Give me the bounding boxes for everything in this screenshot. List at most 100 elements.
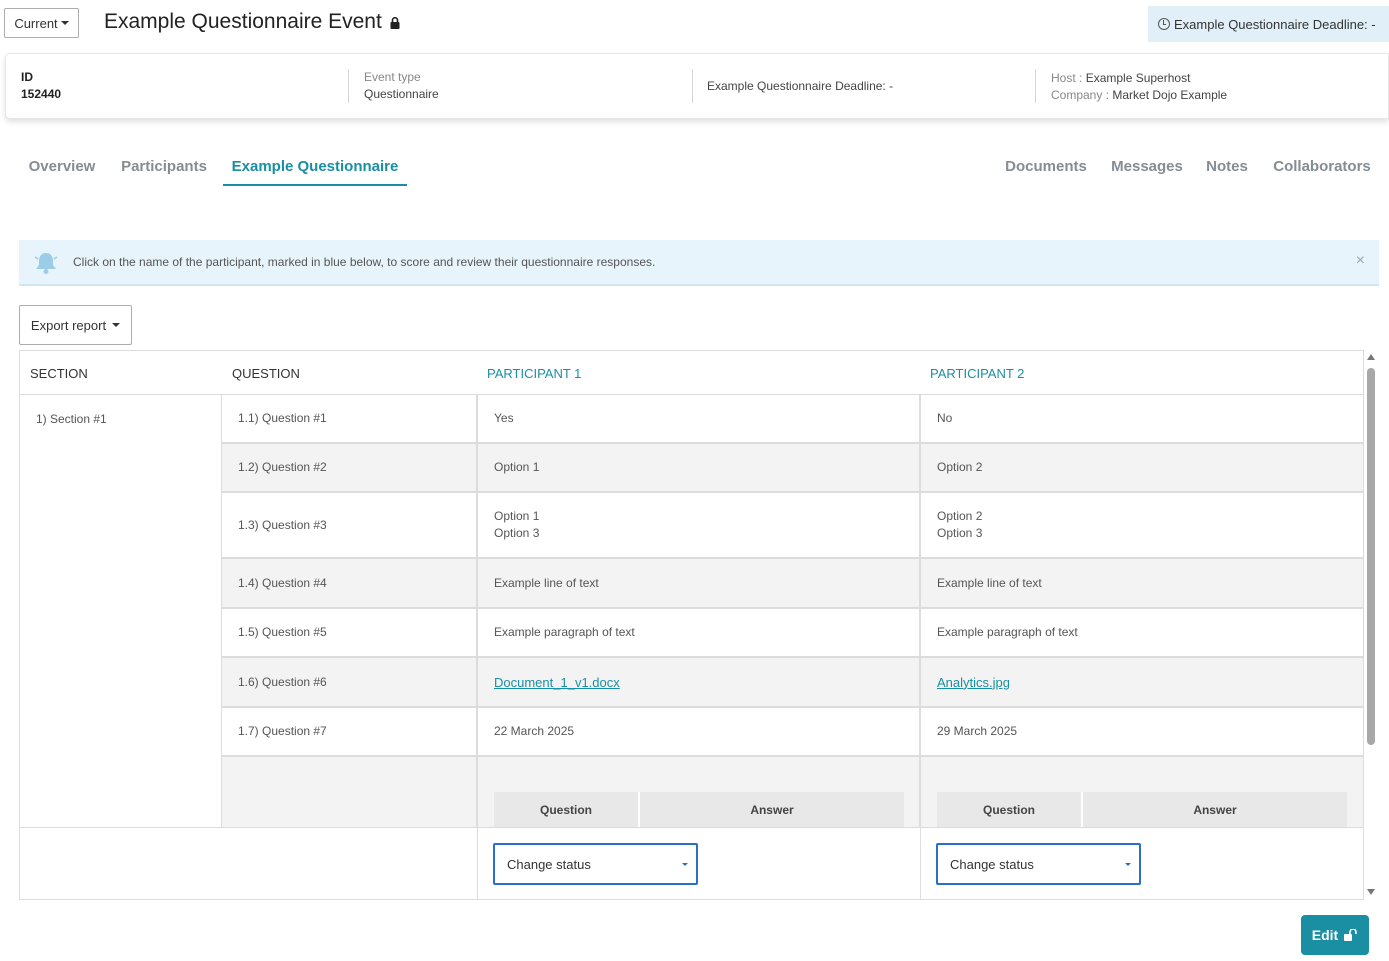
export-report-button[interactable]: Export report: [19, 305, 132, 345]
header-section: SECTION: [30, 366, 88, 381]
answer-cell-p2: Question Answer: [921, 757, 1363, 828]
version-dropdown-button[interactable]: Current: [4, 8, 79, 38]
sub-table-header: Question Answer: [937, 792, 1347, 828]
answer-cell-p1: 22 March 2025: [478, 708, 921, 755]
table-footer-row: Change status Change status: [20, 827, 1363, 899]
answer-cell-p1: Example paragraph of text: [478, 609, 921, 656]
info-alert: Click on the name of the participant, ma…: [19, 240, 1379, 286]
event-type-value: Questionnaire: [364, 87, 439, 101]
answer-cell-p2: Example line of text: [921, 559, 1363, 607]
question-cell: 1.2) Question #2: [222, 444, 478, 491]
tab-documents[interactable]: Documents: [998, 150, 1094, 186]
host-value: Example Superhost: [1085, 71, 1191, 85]
host-line: Host : Example Superhost: [1051, 70, 1227, 87]
tab-participants[interactable]: Participants: [114, 150, 214, 186]
company-value: Market Dojo Example: [1112, 88, 1228, 102]
export-report-label: Export report: [30, 317, 107, 333]
answer-cell-p2: Analytics.jpg: [921, 658, 1363, 706]
deadline-badge-text: Example Questionnaire Deadline: -: [1174, 16, 1376, 32]
edit-button[interactable]: Edit: [1301, 915, 1369, 955]
footer-cell: [20, 828, 478, 899]
version-dropdown-label: Current: [14, 15, 58, 31]
caret-down-icon: [60, 21, 69, 25]
question-cell: 1.6) Question #6: [222, 658, 478, 706]
host-block: Host : Example Superhost Company : Marke…: [1051, 54, 1227, 120]
company-label: Company :: [1051, 88, 1110, 102]
answer-cell-p2: Option 2: [921, 444, 1363, 491]
unlock-icon: [1344, 929, 1358, 941]
header-participant-2[interactable]: PARTICIPANT 2: [930, 366, 1024, 381]
table-row: 1.7) Question #7 22 March 2025 29 March …: [222, 708, 1363, 757]
section-name: 1) Section #1: [36, 412, 107, 426]
tab-collaborators[interactable]: Collaborators: [1266, 150, 1378, 186]
sub-table-header: Question Answer: [494, 792, 904, 828]
table-scrollbar[interactable]: [1364, 350, 1379, 900]
divider: [692, 69, 693, 103]
clock-icon: [1158, 18, 1170, 30]
table-row: 1.6) Question #6 Document_1_v1.docx Anal…: [222, 658, 1363, 708]
header-question: QUESTION: [232, 366, 300, 381]
answer-cell-p2: Option 2 Option 3: [921, 493, 1363, 557]
divider: [1035, 69, 1036, 103]
change-status-select-p2[interactable]: Change status: [936, 843, 1141, 885]
event-id-block: ID 152440: [21, 54, 61, 120]
answer-cell-p1: Yes: [478, 395, 921, 442]
edit-button-label: Edit: [1311, 927, 1339, 943]
table-row: Question Answer Question Answer: [222, 757, 1363, 828]
question-cell: 1.5) Question #5: [222, 609, 478, 656]
footer-cell: Change status: [921, 828, 1363, 899]
questionnaire-table: SECTION QUESTION PARTICIPANT 1 PARTICIPA…: [19, 350, 1364, 900]
change-status-select-p1[interactable]: Change status: [493, 843, 698, 885]
event-type-label: Event type: [364, 70, 421, 84]
answer-line: Option 3: [937, 526, 983, 540]
footer-cell: Change status: [478, 828, 921, 899]
tab-notes[interactable]: Notes: [1199, 150, 1255, 186]
tab-overview[interactable]: Overview: [22, 150, 102, 186]
caret-down-icon: [682, 863, 688, 866]
answer-cell-p2: 29 March 2025: [921, 708, 1363, 755]
tab-bar: Overview Participants Example Questionna…: [0, 150, 1389, 186]
document-link[interactable]: Document_1_v1.docx: [494, 674, 919, 691]
table-row: 1.5) Question #5 Example paragraph of te…: [222, 609, 1363, 658]
table-row: 1.1) Question #1 Yes No: [222, 395, 1363, 444]
tab-example-questionnaire[interactable]: Example Questionnaire: [223, 150, 407, 186]
question-cell: 1.3) Question #3: [222, 493, 478, 557]
deadline-badge: Example Questionnaire Deadline: -: [1148, 6, 1389, 42]
change-status-label: Change status: [950, 856, 1034, 872]
caret-down-icon: [1125, 863, 1131, 866]
answer-cell-p1: Document_1_v1.docx: [478, 658, 921, 706]
divider: [348, 69, 349, 103]
answer-cell-p1: Option 1: [478, 444, 921, 491]
question-cell: 1.4) Question #4: [222, 559, 478, 607]
answer-cell-p1: Example line of text: [478, 559, 921, 607]
lock-icon: [390, 17, 400, 29]
close-icon[interactable]: ×: [1356, 252, 1365, 270]
event-info-card: ID 152440 Event type Questionnaire Examp…: [5, 53, 1389, 119]
deadline-text: Example Questionnaire Deadline: -: [707, 79, 894, 93]
table-row: 1.3) Question #3 Option 1 Option 3 Optio…: [222, 493, 1363, 559]
event-id-value: 152440: [21, 87, 62, 101]
deadline-block: Example Questionnaire Deadline: -: [707, 54, 893, 120]
sub-header-answer: Answer: [1081, 792, 1347, 828]
scroll-down-arrow-icon[interactable]: [1367, 889, 1375, 895]
top-bar: Current Example Questionnaire Event Exam…: [0, 0, 1389, 48]
scroll-thumb[interactable]: [1367, 368, 1375, 745]
event-id-label: ID: [21, 70, 33, 84]
event-type-block: Event type Questionnaire: [364, 54, 439, 120]
caret-down-icon: [112, 323, 121, 327]
sub-header-question: Question: [494, 792, 638, 828]
question-cell: [222, 757, 478, 827]
alert-message: Click on the name of the participant, ma…: [73, 255, 656, 269]
question-cell: 1.7) Question #7: [222, 708, 478, 755]
tab-messages[interactable]: Messages: [1105, 150, 1189, 186]
question-cell: 1.1) Question #1: [222, 395, 478, 442]
answer-line: Option 3: [494, 526, 540, 540]
bell-icon: [34, 253, 58, 274]
scroll-up-arrow-icon[interactable]: [1367, 354, 1375, 360]
table-row: 1.4) Question #4 Example line of text Ex…: [222, 559, 1363, 609]
answer-cell-p2: Example paragraph of text: [921, 609, 1363, 656]
document-link[interactable]: Analytics.jpg: [937, 674, 1363, 691]
company-line: Company : Market Dojo Example: [1051, 87, 1227, 104]
header-participant-1[interactable]: PARTICIPANT 1: [487, 366, 581, 381]
answer-line: Option 1: [494, 509, 540, 523]
